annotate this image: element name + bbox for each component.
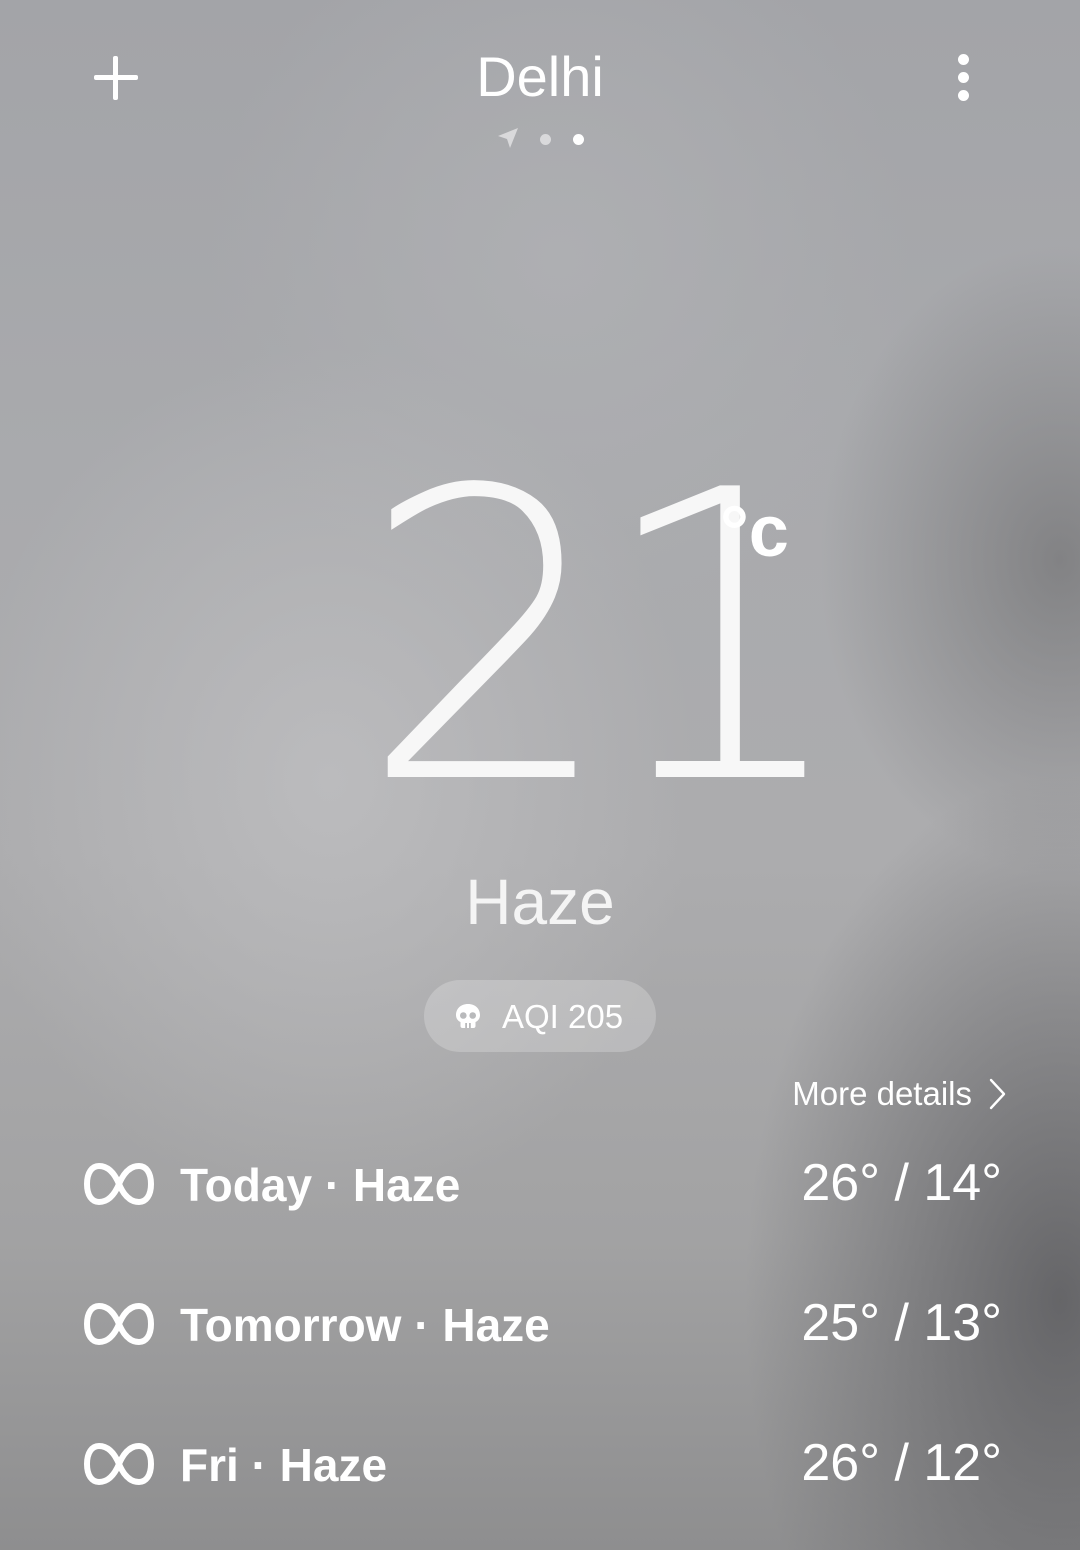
- aqi-label: AQI 205: [502, 998, 624, 1035]
- haze-icon: [84, 1303, 154, 1345]
- more-options-button[interactable]: [944, 50, 984, 106]
- navigation-arrow-icon: [498, 128, 518, 148]
- add-location-button[interactable]: [90, 52, 142, 104]
- aqi-badge[interactable]: AQI 205: [424, 980, 656, 1052]
- haze-icon: [84, 1163, 154, 1205]
- temperature-unit: °c: [720, 492, 789, 572]
- more-details-label: More details: [792, 1075, 972, 1112]
- forecast-temp-range: 25° / 13°: [801, 1294, 1002, 1352]
- page-dot[interactable]: [540, 134, 551, 145]
- haze-icon: [84, 1443, 154, 1485]
- app-header: Delhi: [0, 0, 1080, 170]
- more-details-link[interactable]: More details: [792, 1074, 1008, 1114]
- forecast-day-label: Fri · Haze: [180, 1439, 388, 1491]
- forecast-row-today[interactable]: Today · Haze 26° / 14°: [0, 1144, 1080, 1224]
- location-page-indicator: [490, 126, 590, 152]
- forecast-row-fri[interactable]: Fri · Haze 26° / 12°: [0, 1424, 1080, 1504]
- current-temperature: 21: [360, 407, 851, 872]
- forecast-row-tomorrow[interactable]: Tomorrow · Haze 25° / 13°: [0, 1284, 1080, 1364]
- forecast-day-label: Tomorrow · Haze: [180, 1299, 550, 1351]
- chevron-right-icon: [989, 1078, 1006, 1110]
- city-title: Delhi: [476, 45, 604, 108]
- forecast-day-label: Today · Haze: [180, 1159, 461, 1211]
- forecast-temp-range: 26° / 14°: [801, 1154, 1002, 1212]
- skull-icon: [456, 1004, 480, 1028]
- forecast-temp-range: 26° / 12°: [801, 1434, 1002, 1492]
- page-dot-active[interactable]: [573, 134, 584, 145]
- current-condition: Haze: [465, 866, 615, 938]
